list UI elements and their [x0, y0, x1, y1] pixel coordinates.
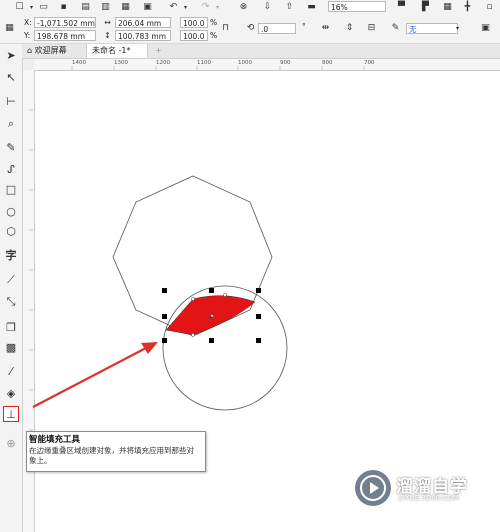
- smart-fill-tooltip: 智能填充工具 在边缘重叠区域创建对象，并将填充应用到那些对象上。: [26, 431, 206, 472]
- tooltip-title: 智能填充工具: [29, 435, 81, 445]
- tooltip-description: 在边缘重叠区域创建对象，并将填充应用到那些对象上。: [29, 446, 194, 465]
- watermark-url: ZIXUE.3D66.COM: [398, 494, 459, 502]
- watermark-logo: [355, 470, 391, 506]
- annotation-arrow: [32, 342, 158, 408]
- play-icon: [360, 475, 386, 501]
- center-mark: ×: [209, 314, 214, 321]
